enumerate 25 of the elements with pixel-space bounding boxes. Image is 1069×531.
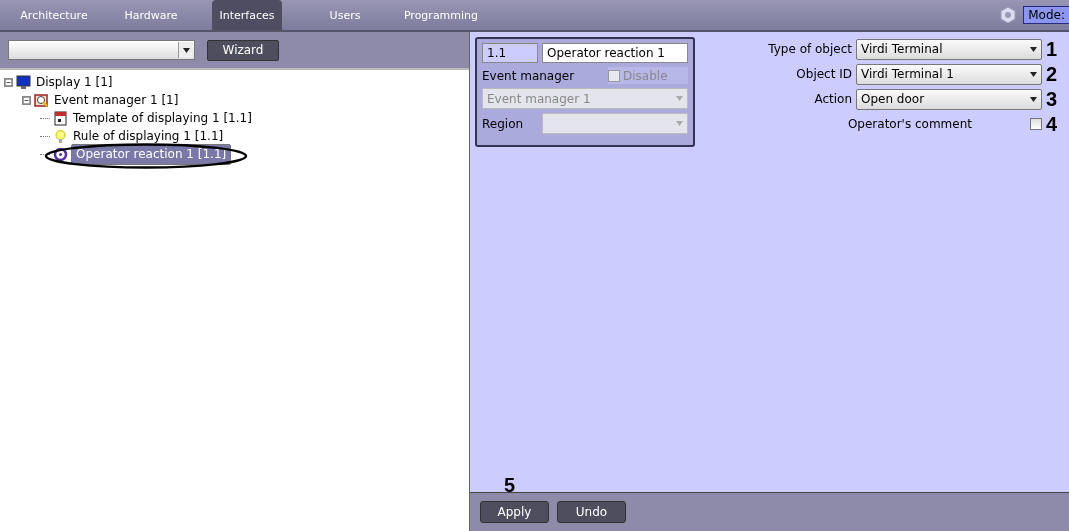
tab[interactable]: Interfaces bbox=[212, 0, 282, 30]
select-field[interactable]: Virdi Terminal 1 bbox=[856, 63, 1042, 85]
field-label: Type of object bbox=[768, 42, 852, 56]
callout-number: 4 bbox=[1046, 113, 1059, 135]
field-label: Object ID bbox=[795, 67, 852, 81]
action-button[interactable]: Apply bbox=[480, 501, 549, 523]
tree-item[interactable]: Event manager 1 [1] bbox=[52, 93, 181, 107]
field-label: Action bbox=[813, 92, 852, 106]
callout-number: 3 bbox=[1046, 88, 1059, 110]
callout-number: 1 bbox=[1046, 38, 1059, 60]
id-field[interactable]: 1.1 bbox=[482, 43, 538, 63]
tree-item[interactable]: Rule of displaying 1 [1.1] bbox=[71, 129, 226, 143]
callout-number: 2 bbox=[1046, 63, 1059, 85]
field-label: Operator's comment bbox=[846, 117, 972, 131]
action-button[interactable]: Undo bbox=[557, 501, 626, 523]
wizard-button[interactable]: Wizard bbox=[207, 39, 279, 61]
tree-item[interactable]: Display 1 [1] bbox=[34, 75, 115, 89]
callout-number: 5 bbox=[504, 474, 516, 496]
name-field[interactable]: Operator reaction 1 bbox=[542, 43, 688, 63]
select-field[interactable]: Open door bbox=[856, 88, 1042, 110]
tree-item[interactable]: Template of displaying 1 [1.1] bbox=[71, 111, 254, 125]
mode-button[interactable]: Mode: bbox=[1023, 6, 1069, 24]
select-field[interactable]: Virdi Terminal bbox=[856, 38, 1042, 60]
field-label: Region bbox=[482, 116, 525, 131]
field-label: Event manager bbox=[482, 68, 575, 83]
